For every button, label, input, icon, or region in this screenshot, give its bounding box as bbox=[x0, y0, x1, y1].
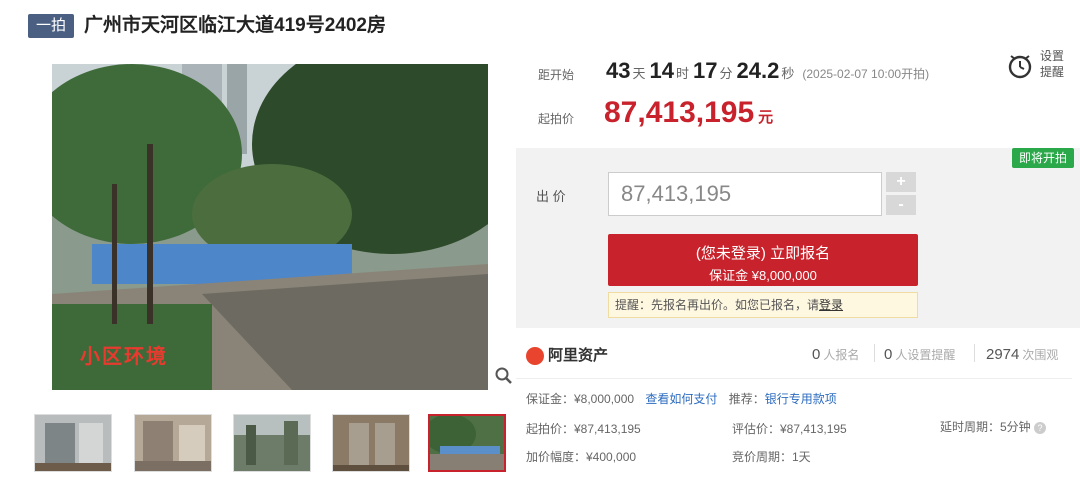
divider bbox=[874, 344, 875, 362]
platform-logo: 阿里资产 bbox=[526, 344, 608, 366]
photo-caption: 小区环境 bbox=[80, 346, 168, 368]
property-title: 广州市天河区临江大道419号2402房 bbox=[84, 15, 386, 36]
reminder-count: 0 人设置提醒 bbox=[884, 346, 956, 363]
bid-amount-input[interactable]: 87,413,195 bbox=[608, 172, 882, 216]
increase-bid-button[interactable]: + bbox=[886, 172, 916, 192]
view-count: 2974 次围观 bbox=[986, 346, 1059, 363]
signup-count: 0 人报名 bbox=[812, 346, 860, 363]
delay-period: 延时周期：5分钟 ? bbox=[940, 418, 1047, 435]
countdown-label: 距开始 bbox=[538, 68, 575, 82]
thumbnail-5[interactable] bbox=[428, 414, 506, 472]
bid-label: 出 价 bbox=[536, 189, 566, 204]
starting-price-label: 起拍价 bbox=[538, 112, 575, 126]
countdown-minutes: 17 bbox=[693, 58, 718, 83]
auction-type-tag: 一拍 bbox=[28, 14, 74, 38]
countdown-days: 43 bbox=[606, 58, 631, 83]
set-reminder-button[interactable]: 设置 提醒 bbox=[1040, 48, 1064, 80]
deposit-row: 保证金：¥8,000,000 查看如何支付 推荐：银行专用款项 bbox=[526, 392, 837, 406]
countdown-seconds: 24.2 bbox=[736, 58, 780, 83]
alarm-clock-icon[interactable] bbox=[1006, 52, 1034, 85]
thumbnail-3[interactable] bbox=[233, 414, 311, 472]
thumbnail-4[interactable] bbox=[332, 414, 410, 472]
thumbnail-2[interactable] bbox=[134, 414, 212, 472]
decrease-bid-button[interactable]: - bbox=[886, 195, 916, 215]
appraisal-price: 评估价：¥87,413,195 bbox=[732, 422, 847, 436]
signup-button[interactable]: (您未登录) 立即报名 保证金 ¥8,000,000 bbox=[608, 234, 918, 286]
section-divider bbox=[516, 378, 1072, 379]
bid-increment: 加价幅度：¥400,000 bbox=[526, 450, 637, 464]
login-tip: 提醒：先报名再出价。如您已报名，请登录 bbox=[608, 292, 918, 318]
platform-logo-icon bbox=[526, 347, 544, 366]
countdown-hours: 14 bbox=[649, 58, 674, 83]
auction-period: 竞价周期：1天 bbox=[732, 450, 811, 464]
start-price-detail: 起拍价：¥87,413,195 bbox=[526, 422, 641, 436]
thumbnail-1[interactable] bbox=[34, 414, 112, 472]
how-to-pay-link[interactable]: 查看如何支付 bbox=[645, 392, 717, 406]
help-icon[interactable]: ? bbox=[1034, 421, 1047, 434]
login-link[interactable]: 登录 bbox=[819, 298, 843, 312]
bank-payment-link[interactable]: 银行专用款项 bbox=[765, 392, 837, 406]
start-time-note: (2025-02-07 10:00开拍) bbox=[802, 67, 930, 81]
zoom-icon[interactable] bbox=[494, 366, 514, 386]
starting-price-value: 87,413,195 元 bbox=[604, 96, 774, 129]
divider bbox=[974, 344, 975, 362]
countdown-timer: 43 天 14 时 17 分 24.2 秒 (2025-02-07 10:00开拍) bbox=[606, 58, 930, 83]
status-badge: 即将开拍 bbox=[1012, 148, 1074, 168]
